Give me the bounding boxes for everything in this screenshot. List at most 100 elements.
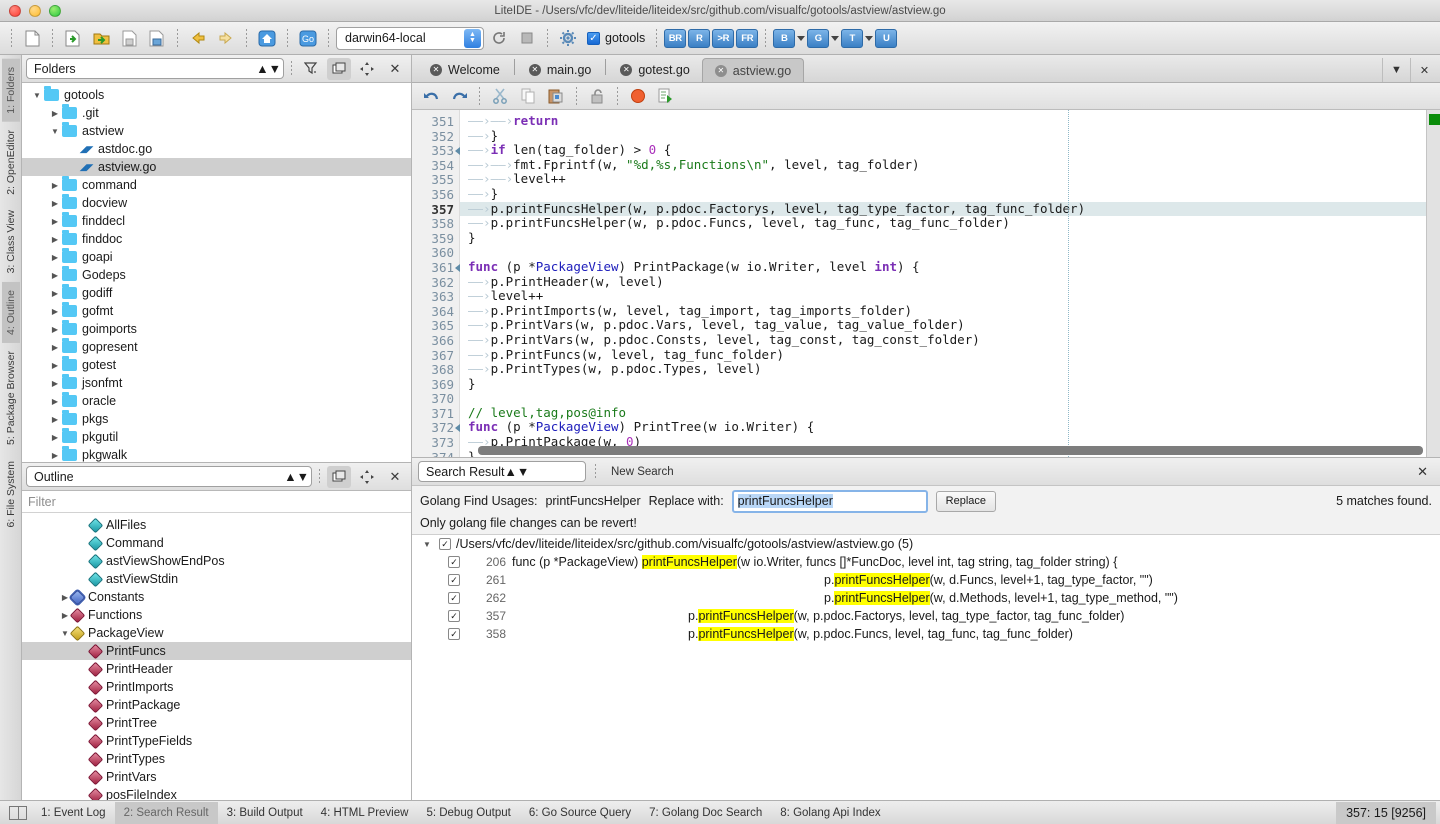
code-line[interactable]: } <box>460 230 1426 246</box>
chevron-updown-icon[interactable]: ▲▼ <box>464 28 481 48</box>
tree-item[interactable]: ◢◤ astdoc.go <box>22 140 411 158</box>
outline-item[interactable]: PrintTypeFields <box>22 732 411 750</box>
open-folder-icon[interactable] <box>88 26 114 50</box>
window-controls[interactable] <box>0 4 61 17</box>
record-icon[interactable] <box>625 84 651 108</box>
sidebar-item-classview[interactable]: 3: Class View <box>2 202 20 281</box>
code-line[interactable]: func (p *PackageView) PrintPackage(w io.… <box>460 259 1426 275</box>
file-checkbox[interactable]: ✓ <box>439 538 451 550</box>
status-tab-html-preview[interactable]: 4: HTML Preview <box>312 802 418 824</box>
outline-item[interactable]: ▶ Constants <box>22 587 411 607</box>
redo-icon[interactable] <box>446 84 472 108</box>
tree-twisty-icon[interactable]: ▶ <box>48 361 62 370</box>
open-file-icon[interactable] <box>60 26 86 50</box>
result-checkbox[interactable]: ✓ <box>448 592 460 604</box>
tree-item[interactable]: ▼ gotools <box>22 86 411 104</box>
code-line[interactable]: ——›level++ <box>460 288 1426 304</box>
tree-item[interactable]: ▶ gofmt <box>22 302 411 320</box>
tree-item[interactable]: ▶ command <box>22 176 411 194</box>
float-panel-icon[interactable] <box>355 58 379 80</box>
tab-main-go[interactable]: ✕ main.go <box>517 58 603 82</box>
status-tab-search-result[interactable]: 2: Search Result <box>114 801 218 824</box>
sidebar-item-packagebrowser[interactable]: 5: Package Browser <box>2 343 20 453</box>
result-file-header[interactable]: ▼ ✓ /Users/vfc/dev/liteide/liteidex/src/… <box>412 535 1440 553</box>
tree-item[interactable]: ◢◤ astview.go <box>22 158 411 176</box>
new-file-icon[interactable] <box>19 26 45 50</box>
chevron-updown-icon[interactable]: ▲▼ <box>256 62 281 76</box>
float-panel-icon[interactable] <box>355 466 379 488</box>
close-icon[interactable]: ✕ <box>714 64 727 77</box>
outline-item[interactable]: posFileIndex <box>22 786 411 800</box>
tree-twisty-icon[interactable]: ▶ <box>48 343 62 352</box>
paste-icon[interactable] <box>543 84 569 108</box>
tree-item[interactable]: ▶ Godeps <box>22 266 411 284</box>
tree-twisty-icon[interactable]: ▶ <box>48 109 62 118</box>
status-tab-go-source-query[interactable]: 6: Go Source Query <box>520 802 640 824</box>
chevron-updown-icon[interactable]: ▲▼ <box>505 465 530 479</box>
outline-item[interactable]: astViewStdin <box>22 570 411 588</box>
tree-twisty-icon[interactable]: ▶ <box>48 379 62 388</box>
code-line[interactable]: func (p *PackageView) PrintTree(w io.Wri… <box>460 420 1426 435</box>
tree-item[interactable]: ▶ jsonfmt <box>22 374 411 392</box>
outline-item[interactable]: ▼ PackageView <box>22 624 411 642</box>
util-menu-button[interactable]: U <box>875 28 898 48</box>
sidebar-item-filesystem[interactable]: 6: File System <box>2 453 20 536</box>
code-line[interactable]: ——›p.PrintTypes(w, p.pdoc.Types, level) <box>460 361 1426 377</box>
tree-twisty-icon[interactable]: ▼ <box>48 127 62 136</box>
search-result-row[interactable]: ✓ 358 p.printFuncsHelper(w, p.pdoc.Funcs, … <box>412 625 1440 643</box>
tab-gotest-go[interactable]: ✕ gotest.go <box>608 58 701 82</box>
search-result-row[interactable]: ✓ 206 func (p *PackageView) printFuncsHelp… <box>412 553 1440 571</box>
outline-item[interactable]: ▶ Functions <box>22 606 411 624</box>
undo-icon[interactable] <box>418 84 444 108</box>
code-line[interactable]: ——›p.PrintFuncs(w, level, tag_func_folde… <box>460 347 1426 363</box>
close-panel-icon[interactable]: ✕ <box>383 466 407 488</box>
code-line[interactable]: ——›p.printFuncsHelper(w, p.pdoc.Funcs, l… <box>460 215 1426 231</box>
code-line[interactable]: ——›——›level++ <box>460 172 1426 187</box>
reload-icon[interactable] <box>486 26 512 50</box>
tree-item[interactable]: ▶ goimports <box>22 320 411 338</box>
replace-input[interactable]: printFuncsHelper <box>731 489 928 513</box>
gotools-checkbox[interactable]: ✓ gotools <box>583 31 649 45</box>
tree-twisty-icon[interactable]: ▶ <box>48 181 62 190</box>
tree-twisty-icon[interactable]: ▶ <box>48 271 62 280</box>
folders-tree[interactable]: ▼ gotools ▶ .git ▼ astview ◢◤ astdoc.go ◢◤ astvie… <box>22 83 411 462</box>
tree-item[interactable]: ▶ gopresent <box>22 338 411 356</box>
tree-item[interactable]: ▶ finddoc <box>22 230 411 248</box>
tree-twisty-icon[interactable]: ▶ <box>48 253 62 262</box>
scrollbar-thumb[interactable] <box>478 446 1423 455</box>
split-view-icon[interactable] <box>327 465 351 488</box>
tree-twisty-icon[interactable]: ▶ <box>48 307 62 316</box>
outline-tree[interactable]: AllFiles Command astViewShowEndPos astViewS… <box>22 513 411 800</box>
back-icon[interactable] <box>185 26 211 50</box>
code-line[interactable]: ——›p.printFuncsHelper(w, p.pdoc.Factorys… <box>460 201 1426 217</box>
tab-list-dropdown-icon[interactable]: ▼ <box>1382 58 1410 82</box>
search-result-row[interactable]: ✓ 262 p.printFuncsHelper(w, d.Methods, lev… <box>412 589 1440 607</box>
file-run-button[interactable]: FR <box>736 28 759 48</box>
outline-item[interactable]: AllFiles <box>22 516 411 534</box>
result-checkbox[interactable]: ✓ <box>448 556 460 568</box>
status-tab-event-log[interactable]: 1: Event Log <box>32 802 115 824</box>
code-line[interactable]: // level,tag,pos@info <box>460 405 1426 421</box>
close-icon[interactable]: ✕ <box>528 64 541 76</box>
outline-item[interactable]: PrintVars <box>22 768 411 786</box>
tab-astview-go[interactable]: ✕ astview.go <box>701 58 805 82</box>
tree-item[interactable]: ▶ godiff <box>22 284 411 302</box>
minimize-window-button[interactable] <box>29 4 41 17</box>
result-checkbox[interactable]: ✓ <box>448 574 460 586</box>
outline-filter-input[interactable]: Filter <box>22 491 411 513</box>
tree-item[interactable]: ▶ oracle <box>22 392 411 410</box>
settings-icon[interactable] <box>555 26 581 50</box>
code-line[interactable]: ——›p.PrintImports(w, level, tag_import, … <box>460 303 1426 319</box>
save-file-icon[interactable] <box>116 26 142 50</box>
home-icon[interactable] <box>254 26 280 50</box>
tree-twisty-icon[interactable]: ▶ <box>48 415 62 424</box>
outline-item[interactable]: Command <box>22 534 411 552</box>
tree-item[interactable]: ▶ pkgutil <box>22 428 411 446</box>
editor-marker-bar[interactable] <box>1426 110 1440 457</box>
test-menu-button[interactable]: T <box>841 28 874 48</box>
code-line[interactable]: ——›p.PrintVars(w, p.pdoc.Consts, level, … <box>460 332 1426 348</box>
close-icon[interactable]: ✕ <box>430 64 442 76</box>
code-line[interactable]: ——›——›return <box>460 113 1426 129</box>
result-checkbox[interactable]: ✓ <box>448 610 460 622</box>
tree-item[interactable]: ▶ pkgs <box>22 410 411 428</box>
